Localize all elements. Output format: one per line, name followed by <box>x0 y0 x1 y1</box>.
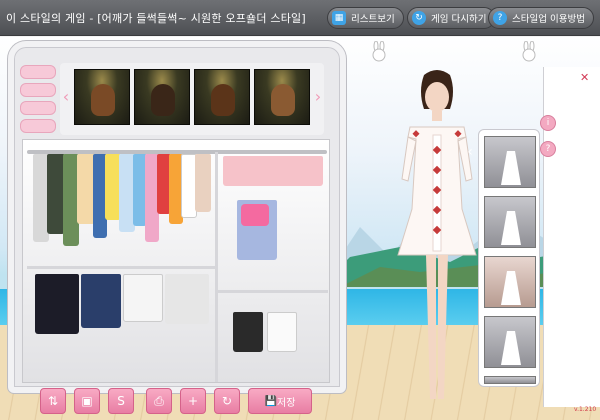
wardrobe-divider <box>215 152 218 382</box>
category-tab-makeup[interactable] <box>20 101 56 115</box>
dress-up-model[interactable] <box>392 69 482 420</box>
category-tab-face[interactable] <box>20 65 56 79</box>
info-icon[interactable]: i <box>540 115 556 131</box>
bottom-toolbar: ⇅ ▣ S ⎙ + ↻ 💾 저장 <box>40 388 320 414</box>
wardrobe-shelf <box>27 266 215 269</box>
bunny-light-icon <box>372 41 386 62</box>
bunny-light-icon <box>522 41 536 62</box>
game-title: 이 스타일의 게임 - [어깨가 들썩들썩~ 시원한 오프숄더 스타일] <box>6 12 306 25</box>
shoes-item[interactable] <box>233 312 263 352</box>
style-thumbnail[interactable] <box>484 196 536 248</box>
version-label: v.1.210 <box>574 406 597 413</box>
list-view-label: 리스트보기 <box>351 14 395 25</box>
print-icon[interactable]: ⎙ <box>146 388 172 414</box>
help-icon[interactable]: ? <box>540 141 556 157</box>
hairstyle-option[interactable] <box>74 69 130 125</box>
style-thumbnails <box>478 129 540 387</box>
shoes-item[interactable] <box>267 312 297 352</box>
question-icon: ? <box>493 11 507 25</box>
how-to-play-label: 스타일업 이용방법 <box>512 14 585 25</box>
zoom-in-icon[interactable]: + <box>180 388 206 414</box>
replay-game-button[interactable]: ↻ 게임 다시하기 <box>407 7 496 29</box>
hairstyle-option[interactable] <box>254 69 310 125</box>
floppy-icon: 💾 <box>264 395 278 407</box>
pants-item[interactable] <box>165 274 209 324</box>
next-arrow-icon[interactable]: › <box>312 87 324 107</box>
pants-item[interactable] <box>35 274 79 334</box>
side-panel: ✕ i ? <box>540 67 600 407</box>
s-icon[interactable]: S <box>108 388 134 414</box>
clothes-rack <box>22 139 330 383</box>
close-icon[interactable]: ✕ <box>580 71 589 84</box>
style-thumbnail[interactable] <box>484 376 536 384</box>
style-thumbnail[interactable] <box>484 316 536 368</box>
rotate-icon[interactable]: ↻ <box>214 388 240 414</box>
save-button[interactable]: 💾 저장 <box>248 388 312 414</box>
bag-item[interactable] <box>241 204 269 226</box>
skirt-item[interactable] <box>123 274 163 322</box>
save-label: 저장 <box>277 397 296 409</box>
game-scene: ‹ › ⇅ ▣ S ⎙ + ↻ 💾 저장 ‹ ✕ i ? <box>0 37 600 420</box>
wardrobe: ‹ › <box>8 41 346 393</box>
hairstyle-option[interactable] <box>194 69 250 125</box>
top-bar: 이 스타일의 게임 - [어깨가 들썩들썩~ 시원한 오프숄더 스타일] ▦ 리… <box>0 0 600 36</box>
prev-arrow-icon[interactable]: ‹ <box>60 87 72 107</box>
wardrobe-shelf <box>218 290 328 293</box>
hairstyle-option[interactable] <box>134 69 190 125</box>
category-tab-hair[interactable] <box>20 83 56 97</box>
category-tab-accessory[interactable] <box>20 119 56 133</box>
grid-icon: ▦ <box>332 11 346 25</box>
replay-game-label: 게임 다시하기 <box>431 14 487 25</box>
swap-icon[interactable]: ⇅ <box>40 388 66 414</box>
accessory-item[interactable] <box>223 156 323 186</box>
refresh-icon: ↻ <box>412 11 426 25</box>
how-to-play-button[interactable]: ? 스타일업 이용방법 <box>488 7 594 29</box>
category-tabs <box>20 65 56 133</box>
hairstyle-selector: ‹ › <box>60 63 324 135</box>
pants-item[interactable] <box>81 274 121 328</box>
fullscreen-icon[interactable]: ▣ <box>74 388 100 414</box>
list-view-button[interactable]: ▦ 리스트보기 <box>327 7 404 29</box>
style-thumbnail[interactable] <box>484 136 536 188</box>
clothing-item[interactable] <box>195 154 211 212</box>
style-thumbnail[interactable] <box>484 256 536 308</box>
strip-prev-arrow-icon[interactable]: ‹ <box>464 141 476 163</box>
